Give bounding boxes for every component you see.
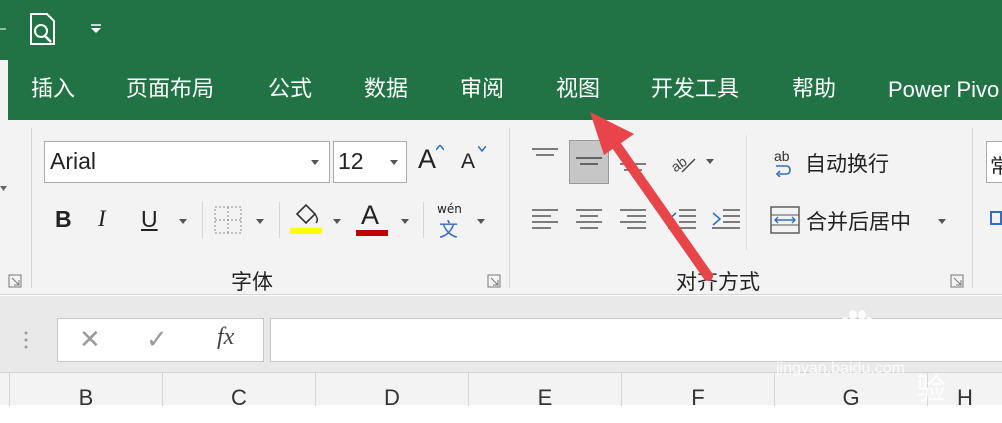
tab-review[interactable]: 审阅 [460, 60, 504, 120]
insert-function-button[interactable]: fx [217, 324, 234, 351]
watermark-brand: 经验 [916, 328, 946, 407]
align-bottom-icon[interactable] [619, 150, 647, 174]
column-header[interactable]: D [316, 373, 469, 410]
phonetic-pinyin[interactable]: wén [437, 202, 462, 216]
decrease-font-button[interactable]: A [461, 150, 475, 174]
chevron-down-icon[interactable] [938, 219, 946, 224]
title-bar [0, 0, 1002, 60]
chevron-down-icon[interactable] [311, 160, 319, 165]
number-format-value: 常 [990, 154, 1002, 178]
cancel-button[interactable]: ✕ [79, 324, 101, 355]
group-separator [31, 128, 32, 288]
fill-color-icon[interactable] [289, 202, 323, 236]
divider [423, 202, 424, 238]
accounting-format-icon[interactable] [990, 210, 1002, 226]
watermark-logo-bai: Bai [770, 316, 830, 358]
chevron-down-icon[interactable] [401, 219, 409, 224]
decrease-indent-icon[interactable] [667, 208, 697, 234]
watermark-logo-du: du [874, 316, 921, 358]
orientation-icon[interactable]: ab [668, 146, 698, 176]
grip-icon[interactable] [23, 330, 29, 350]
clipboard-launcher-icon[interactable] [8, 274, 22, 288]
merge-center-button[interactable]: 合并后居中 [806, 206, 911, 236]
bold-button[interactable]: B [55, 206, 72, 233]
align-right-icon[interactable] [619, 208, 647, 234]
tab-data[interactable]: 数据 [364, 60, 408, 120]
svg-text:ab: ab [668, 153, 690, 175]
ribbon-tabs: 插入 页面布局 公式 数据 审阅 视图 开发工具 帮助 Power Pivo [0, 60, 1002, 120]
font-group-label: 字体 [231, 270, 273, 294]
up-caret-icon [436, 145, 444, 151]
column-header[interactable]: F [622, 373, 775, 410]
merge-center-icon[interactable] [770, 206, 800, 234]
clipboard-dropdown-icon[interactable] [0, 184, 10, 194]
chevron-down-icon[interactable] [477, 219, 485, 224]
wrap-arrow-icon [775, 165, 791, 177]
active-tab-edge [0, 60, 8, 120]
column-header[interactable]: B [10, 373, 163, 410]
baidu-watermark: Bai du 经验 jingyan.baidu.com [770, 300, 970, 407]
align-launcher-icon[interactable] [950, 274, 964, 288]
font-color-button[interactable]: A [361, 200, 379, 231]
down-caret-icon [478, 146, 486, 152]
chevron-down-icon[interactable] [256, 219, 264, 224]
column-header[interactable]: E [469, 373, 622, 410]
ribbon: Arial 12 A A B I U A wén 文 字体 ab ab 自动换行… [0, 120, 1002, 295]
increase-font-button[interactable]: A [418, 144, 436, 175]
number-format-box[interactable]: 常 [986, 141, 1002, 183]
align-left-icon[interactable] [531, 208, 559, 234]
group-separator [509, 128, 510, 288]
tab-help[interactable]: 帮助 [792, 60, 836, 120]
align-top-icon[interactable] [531, 146, 559, 170]
column-header[interactable]: C [163, 373, 316, 410]
borders-icon[interactable] [214, 206, 242, 234]
chevron-down-icon[interactable] [179, 219, 187, 224]
group-separator [972, 128, 973, 288]
tab-view[interactable]: 视图 [556, 60, 600, 120]
paw-icon [841, 310, 873, 344]
font-color-swatch [356, 230, 388, 236]
enter-button[interactable]: ✓ [146, 324, 168, 355]
align-group-label: 对齐方式 [676, 270, 760, 294]
divider [746, 135, 747, 250]
watermark-url: jingyan.baidu.com [776, 360, 905, 377]
wrap-text-icon: ab [774, 148, 790, 164]
phonetic-guide-button[interactable]: 文 [439, 215, 458, 242]
chevron-down-icon[interactable] [706, 159, 714, 164]
tab-power-pivot[interactable]: Power Pivo [888, 60, 999, 120]
font-name-value: Arial [50, 148, 97, 174]
italic-button[interactable]: I [98, 206, 106, 232]
tab-insert[interactable]: 插入 [31, 60, 75, 120]
print-preview-icon[interactable] [28, 12, 58, 46]
divider [279, 202, 280, 238]
tab-developer[interactable]: 开发工具 [651, 60, 739, 120]
font-name-box[interactable]: Arial [44, 141, 330, 183]
increase-indent-icon[interactable] [711, 208, 741, 234]
wrap-text-button[interactable]: 自动换行 [805, 148, 889, 178]
align-middle-icon [576, 157, 602, 165]
chevron-down-icon[interactable] [390, 160, 398, 165]
font-size-value: 12 [338, 148, 364, 174]
qat-dropdown-icon[interactable] [89, 23, 103, 35]
select-all-corner[interactable] [0, 373, 10, 406]
qat-separator [0, 28, 6, 30]
divider [202, 202, 203, 238]
align-center-icon[interactable] [575, 208, 603, 234]
chevron-down-icon[interactable] [333, 219, 341, 224]
tab-page-layout[interactable]: 页面布局 [126, 60, 214, 120]
tab-formulas[interactable]: 公式 [268, 60, 312, 120]
font-size-box[interactable]: 12 [333, 141, 407, 183]
underline-button[interactable]: U [141, 206, 158, 233]
font-launcher-icon[interactable] [487, 274, 501, 288]
